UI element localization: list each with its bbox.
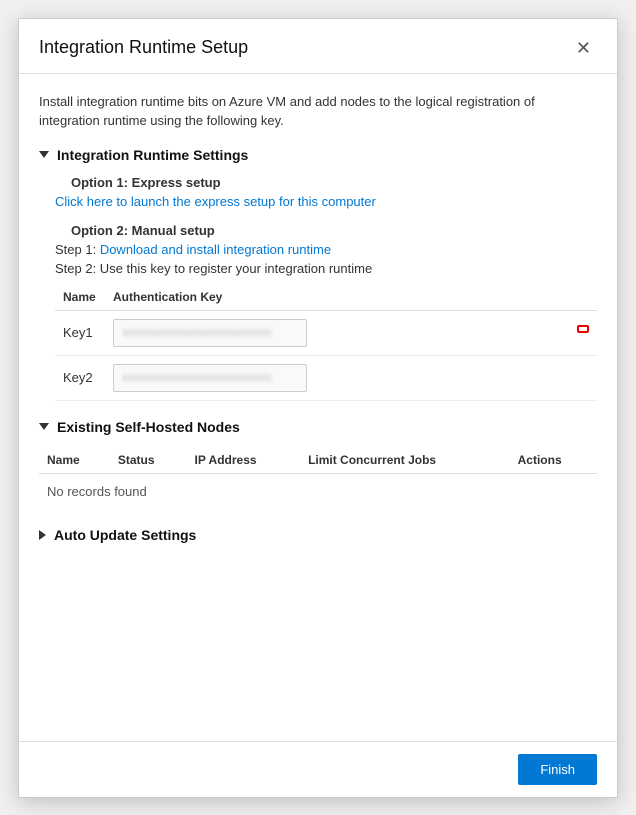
nodes-col-status: Status <box>110 447 187 474</box>
option1-block: Option 1: Express setup Click here to la… <box>55 175 597 209</box>
table-row: No records found <box>39 473 597 509</box>
option2-title: Option 2: Manual setup <box>71 223 597 238</box>
section-auto-update-header[interactable]: Auto Update Settings <box>39 527 597 543</box>
section-self-hosted-nodes: Existing Self-Hosted Nodes Name Status I… <box>39 419 597 509</box>
section-auto-update-title: Auto Update Settings <box>54 527 196 543</box>
dialog-header: Integration Runtime Setup ✕ <box>19 19 617 74</box>
collapse-icon-nodes <box>39 423 49 430</box>
key2-actions <box>569 355 597 400</box>
dialog-title: Integration Runtime Setup <box>39 37 248 58</box>
no-records-text: No records found <box>39 473 597 509</box>
col-name-header: Name <box>55 284 105 311</box>
step1-text: Step 1: Download and install integration… <box>55 242 597 257</box>
integration-runtime-setup-dialog: Integration Runtime Setup ✕ Install inte… <box>18 18 618 798</box>
download-link[interactable]: Download and install integration runtime <box>100 242 331 257</box>
key1-copy-button[interactable] <box>577 325 589 333</box>
key1-name: Key1 <box>55 310 105 355</box>
collapse-icon-runtime <box>39 151 49 158</box>
section-runtime-settings-title: Integration Runtime Settings <box>57 147 248 163</box>
dialog-body: Install integration runtime bits on Azur… <box>19 74 617 741</box>
nodes-col-ip: IP Address <box>187 447 301 474</box>
step1-prefix: Step 1: <box>55 242 100 257</box>
col-authkey-header: Authentication Key <box>105 284 569 311</box>
step2-text: Step 2: Use this key to register your in… <box>55 261 597 276</box>
description-text: Install integration runtime bits on Azur… <box>39 92 597 131</box>
nodes-col-limit: Limit Concurrent Jobs <box>300 447 510 474</box>
section-auto-update: Auto Update Settings <box>39 527 597 543</box>
key2-refresh-button[interactable] <box>577 378 589 386</box>
key2-input[interactable] <box>113 364 307 392</box>
section-nodes-header[interactable]: Existing Self-Hosted Nodes <box>39 419 597 435</box>
close-button[interactable]: ✕ <box>570 37 597 59</box>
nodes-col-actions: Actions <box>510 447 597 474</box>
key1-refresh-button[interactable] <box>577 333 589 341</box>
express-setup-link[interactable]: Click here to launch the express setup f… <box>55 194 376 209</box>
table-row: Key2 <box>55 355 597 400</box>
key1-value-cell <box>105 310 569 355</box>
section-nodes-title: Existing Self-Hosted Nodes <box>57 419 240 435</box>
dialog-footer: Finish <box>19 741 617 797</box>
table-row: Key1 <box>55 310 597 355</box>
key1-input[interactable] <box>113 319 307 347</box>
key2-name: Key2 <box>55 355 105 400</box>
section-runtime-settings: Integration Runtime Settings Option 1: E… <box>39 147 597 401</box>
nodes-table: Name Status IP Address Limit Concurrent … <box>39 447 597 509</box>
keys-table: Name Authentication Key Key1 <box>55 284 597 401</box>
option2-block: Option 2: Manual setup Step 1: Download … <box>55 223 597 401</box>
key1-actions <box>569 310 597 355</box>
option1-title: Option 1: Express setup <box>71 175 597 190</box>
key2-copy-button[interactable] <box>577 370 589 378</box>
key2-value-cell <box>105 355 569 400</box>
nodes-col-name: Name <box>39 447 110 474</box>
section-runtime-settings-header[interactable]: Integration Runtime Settings <box>39 147 597 163</box>
finish-button[interactable]: Finish <box>518 754 597 785</box>
expand-icon-auto-update <box>39 530 46 540</box>
